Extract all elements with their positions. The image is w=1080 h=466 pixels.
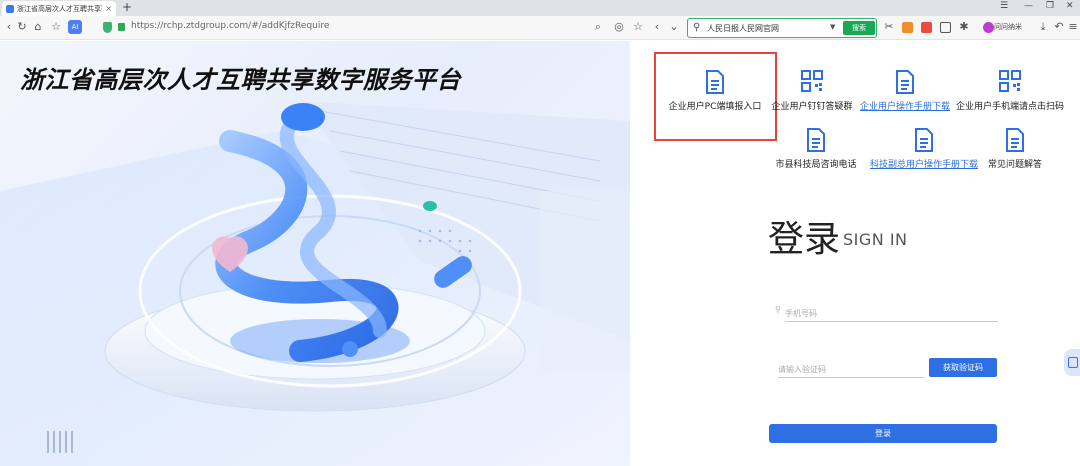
chevron-left-icon[interactable]: ‹ — [650, 20, 664, 34]
undo-icon[interactable]: ↶ — [1052, 20, 1066, 34]
back-icon[interactable]: ‹ — [2, 20, 16, 34]
quick-link-enterprise-manual[interactable]: 企业用户操作手册下载 — [860, 70, 950, 112]
document-icon — [706, 70, 724, 94]
login-button[interactable]: 登录 — [769, 424, 997, 443]
security-shield-icon — [103, 22, 112, 33]
qrcode-icon — [801, 70, 823, 92]
quick-link-label[interactable]: 科技副总用户操作手册下载 — [870, 157, 978, 170]
home-icon[interactable]: ⌂ — [31, 20, 45, 34]
document-icon — [1006, 128, 1024, 152]
game-extension-icon[interactable] — [902, 22, 913, 33]
chevron-down-icon[interactable]: ⌄ — [667, 20, 681, 34]
chat-icon — [1068, 357, 1078, 368]
new-tab-icon[interactable]: + — [122, 0, 132, 15]
user-icon: ⚲ — [775, 305, 781, 314]
quick-link-label: 常见问题解答 — [987, 160, 1043, 170]
lock-icon — [118, 23, 125, 31]
highlight-box — [654, 52, 777, 141]
tab-strip: 浙江省高层次人才互聘共享数 × + ☰ — ❐ ✕ — [0, 0, 1080, 16]
login-title: 登录 — [768, 219, 841, 260]
minimize-icon[interactable]: — — [1024, 1, 1033, 11]
menu-icon[interactable]: ≡ — [1066, 20, 1080, 34]
quick-link-label[interactable]: 企业用户操作手册下载 — [860, 99, 950, 112]
scissors-icon[interactable]: ✂ — [882, 20, 896, 34]
tab-title: 浙江省高层次人才互聘共享数 — [17, 4, 103, 13]
window-menu-icon[interactable]: ☰ — [1000, 1, 1008, 11]
screen-extension-icon[interactable] — [940, 22, 951, 33]
extension-label[interactable]: 问问纳米 — [994, 22, 1022, 32]
hero-banner: 浙江省高层次人才互聘共享数字服务平台 — [0, 41, 630, 466]
login-subtitle: SIGN IN — [843, 230, 908, 249]
address-bar[interactable]: https://rchp.ztdgroup.com/#/addKjfzRequi… — [131, 21, 329, 31]
verification-code-input[interactable] — [778, 359, 924, 380]
site-favicon-icon — [6, 4, 14, 13]
qrcode-icon — [999, 70, 1021, 92]
quick-link-county-hotline[interactable]: 市县科技局咨询电话 — [775, 128, 857, 170]
search-button[interactable]: 搜索 — [843, 21, 875, 35]
document-icon — [896, 70, 914, 94]
quick-link-faq[interactable]: 常见问题解答 — [988, 128, 1042, 170]
nano-extension-icon[interactable] — [983, 22, 994, 33]
restore-icon[interactable]: ❐ — [1046, 1, 1054, 11]
puzzle-icon[interactable]: ✱ — [957, 20, 971, 34]
quick-link-pc-entry[interactable]: 企业用户PC端填报入口 — [669, 70, 761, 112]
zoom-icon[interactable]: ⌕ — [591, 20, 605, 34]
document-icon — [915, 128, 933, 152]
close-window-icon[interactable]: ✕ — [1066, 1, 1074, 11]
search-icon: ⚲ — [693, 22, 701, 33]
search-input[interactable]: 人民日报人民网官网 — [707, 23, 779, 34]
bookmark-star-icon[interactable]: ☆ — [631, 20, 645, 34]
address-toolbar: ‹ ↻ ⌂ ☆ AI https://rchp.ztdgroup.com/#/a… — [0, 16, 1080, 40]
quick-link-vice-manual[interactable]: 科技副总用户操作手册下载 — [870, 128, 978, 170]
quick-link-label: 企业用户钉钉答疑群 — [771, 102, 853, 112]
get-code-button[interactable]: 获取验证码 — [929, 358, 997, 377]
code-field[interactable] — [778, 357, 924, 380]
downloads-icon[interactable]: ⤓ — [1036, 20, 1050, 34]
quick-link-mobile-scan[interactable]: 企业用户手机端请点击扫码 — [956, 70, 1064, 112]
mail-extension-icon[interactable] — [921, 22, 932, 33]
quick-link-dingtalk-group[interactable]: 企业用户钉钉答疑群 — [771, 70, 853, 112]
tab-close-icon[interactable]: × — [105, 4, 112, 13]
quick-link-label: 企业用户PC端填报入口 — [668, 102, 762, 112]
quick-link-label: 市县科技局咨询电话 — [775, 160, 857, 170]
translate-icon[interactable]: ◎ — [612, 20, 626, 34]
search-dropdown-icon[interactable]: ▼ — [830, 23, 835, 31]
phone-input[interactable] — [785, 303, 998, 324]
phone-field[interactable] — [785, 301, 998, 324]
page-title: 浙江省高层次人才互聘共享数字服务平台 — [20, 66, 461, 94]
dna-illustration — [0, 101, 630, 466]
favorites-icon[interactable]: ☆ — [49, 20, 63, 34]
browser-tab[interactable]: 浙江省高层次人才互聘共享数 × — [2, 1, 116, 16]
quick-link-label: 企业用户手机端请点击扫码 — [955, 102, 1065, 112]
ai-assistant-icon[interactable]: AI — [68, 20, 82, 34]
document-icon — [807, 128, 825, 152]
reload-icon[interactable]: ↻ — [15, 20, 29, 34]
floating-side-tab[interactable] — [1064, 349, 1080, 376]
search-box[interactable]: ⚲ 人民日报人民网官网 ▼ 搜索 — [687, 18, 877, 38]
